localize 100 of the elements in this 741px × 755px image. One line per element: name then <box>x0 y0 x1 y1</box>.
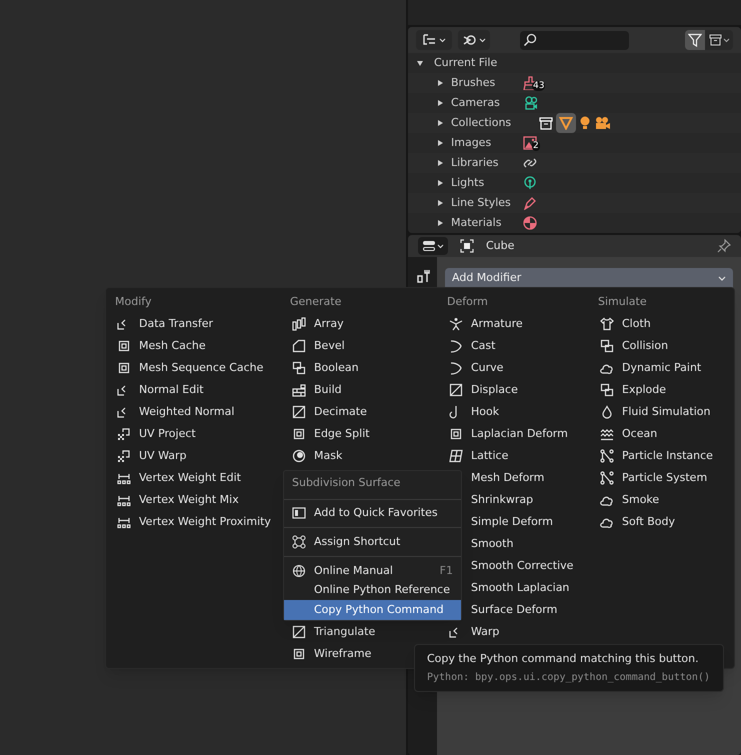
menu-item[interactable]: Vertex Weight Proximity <box>115 511 271 533</box>
menu-item[interactable]: Fluid Simulation <box>598 401 710 423</box>
filter-scene-dropdown[interactable] <box>458 30 490 50</box>
disclosure-toggle[interactable] <box>436 199 444 207</box>
tree-item[interactable]: Current File <box>434 54 498 72</box>
menu-item[interactable]: Mesh Sequence Cache <box>115 357 264 379</box>
light-bulb-icon <box>579 116 591 130</box>
menu-item[interactable]: Cast <box>447 335 496 357</box>
editor-type-dropdown[interactable] <box>418 237 448 255</box>
search-icon <box>523 33 537 47</box>
tree-item[interactable]: Cameras <box>451 94 515 112</box>
menu-item[interactable]: Hook <box>447 401 500 423</box>
menu-item[interactable]: Dynamic Paint <box>598 357 702 379</box>
menu-item[interactable]: Wireframe <box>290 643 372 665</box>
menu-item[interactable]: Displace <box>447 379 518 401</box>
menu-item[interactable]: Triangulate <box>290 621 376 643</box>
tree-item[interactable]: Materials <box>451 214 515 232</box>
menu-item[interactable]: Vertex Weight Mix <box>115 489 239 511</box>
menu-item[interactable]: Data Transfer <box>115 313 213 335</box>
globe-icon <box>292 564 306 578</box>
arc-icon <box>449 361 463 375</box>
filter-button[interactable] <box>685 30 705 50</box>
count-badge: 2 <box>532 141 540 151</box>
menu-item[interactable]: Bevel <box>290 335 345 357</box>
menu-item[interactable]: UV Project <box>115 423 196 445</box>
menu-item[interactable]: Soft Body <box>598 511 675 533</box>
menu-item[interactable]: Mask <box>290 445 342 467</box>
new-collection-dropdown[interactable] <box>705 30 733 50</box>
pen-nib-icon <box>523 196 537 210</box>
camera-icon <box>523 96 537 110</box>
circle-icon <box>292 449 306 463</box>
weight-icon <box>117 471 131 485</box>
menu-item[interactable]: Normal Edit <box>115 379 204 401</box>
menu-item[interactable]: Build <box>290 379 342 401</box>
blocks-icon <box>600 339 614 353</box>
menu-item[interactable]: Ocean <box>598 423 658 445</box>
menu-item[interactable]: Mesh Cache <box>115 335 206 357</box>
tree-item[interactable]: Collections <box>451 114 515 132</box>
display-mode-dropdown[interactable] <box>416 30 452 50</box>
menu-item[interactable]: Assign Shortcut <box>284 532 461 552</box>
search-field[interactable] <box>520 30 629 50</box>
tree-item[interactable]: Lights <box>451 174 515 192</box>
menu-item[interactable]: Online Manual F1 <box>284 560 461 581</box>
swirl-icon <box>462 34 476 46</box>
menu-item[interactable]: Add to Quick Favorites <box>284 504 461 524</box>
chevron-icon <box>722 38 730 42</box>
square-icon <box>449 427 463 441</box>
triangle-icon <box>559 116 573 130</box>
menu-item[interactable]: Weighted Normal <box>115 401 234 423</box>
box-icon <box>539 116 553 130</box>
tree-item[interactable]: Brushes <box>451 74 515 92</box>
menu-item[interactable]: Explode <box>598 379 666 401</box>
bars-icon <box>292 317 306 331</box>
checker-icon <box>117 449 131 463</box>
menu-item[interactable]: Vertex Weight Edit <box>115 467 241 489</box>
menu-item[interactable]: UV Warp <box>115 445 186 467</box>
menu-item[interactable]: Lattice <box>447 445 508 467</box>
expand-triangle-icon <box>436 219 444 227</box>
bevel-icon <box>292 339 306 353</box>
menu-item[interactable]: Collision <box>598 335 668 357</box>
add-modifier-dropdown[interactable]: Add Modifier <box>445 268 733 288</box>
menu-item[interactable]: Cloth <box>598 313 651 335</box>
menu-item[interactable]: Decimate <box>290 401 367 423</box>
menu-item[interactable]: Edge Split <box>290 423 370 445</box>
disclosure-toggle[interactable] <box>436 79 444 87</box>
menu-item[interactable]: Particle Instance <box>598 445 713 467</box>
menu-item[interactable]: Laplacian Deform <box>447 423 568 445</box>
object-filter-button[interactable] <box>556 113 576 133</box>
square-icon <box>292 427 306 441</box>
menu-item[interactable]: Smoke <box>598 489 660 511</box>
menu-item[interactable]: Boolean <box>290 357 359 379</box>
toggles-icon <box>422 240 436 252</box>
disclosure-toggle[interactable] <box>436 159 444 167</box>
weight-icon <box>117 493 131 507</box>
disclosure-toggle[interactable] <box>436 179 444 187</box>
shortcut-label: F1 <box>440 562 453 579</box>
menu-item[interactable]: Array <box>290 313 344 335</box>
disclosure-toggle[interactable] <box>436 139 444 147</box>
square-icon <box>292 647 306 661</box>
diagonal-square-icon <box>292 405 306 419</box>
disclosure-toggle[interactable] <box>436 99 444 107</box>
menu-item[interactable]: Online Python Reference <box>284 580 461 600</box>
disclosure-toggle[interactable] <box>436 119 444 127</box>
menu-item[interactable]: Copy Python Command <box>284 600 461 620</box>
menu-item[interactable]: Curve <box>447 357 504 379</box>
disclosure-toggle[interactable] <box>436 219 444 227</box>
tree-item[interactable]: Images <box>451 134 515 152</box>
menu-item[interactable]: Particle System <box>598 467 708 489</box>
collapse-triangle-icon <box>416 59 424 67</box>
drop-icon <box>600 405 614 419</box>
python-command: Python: bpy.ops.ui.copy_python_command_button() <box>427 671 711 686</box>
disclosure-toggle[interactable] <box>416 59 424 67</box>
filter-icon <box>688 33 702 47</box>
pin-icon <box>717 239 731 253</box>
stick-figure-icon <box>449 317 463 331</box>
tree-item[interactable]: Libraries <box>451 154 515 172</box>
tree-item[interactable]: Line Styles <box>451 194 515 212</box>
menu-item[interactable]: Warp <box>447 621 500 643</box>
menu-item[interactable]: Armature <box>447 313 523 335</box>
tooltip-text: Copy the Python command matching this button. <box>427 650 700 667</box>
